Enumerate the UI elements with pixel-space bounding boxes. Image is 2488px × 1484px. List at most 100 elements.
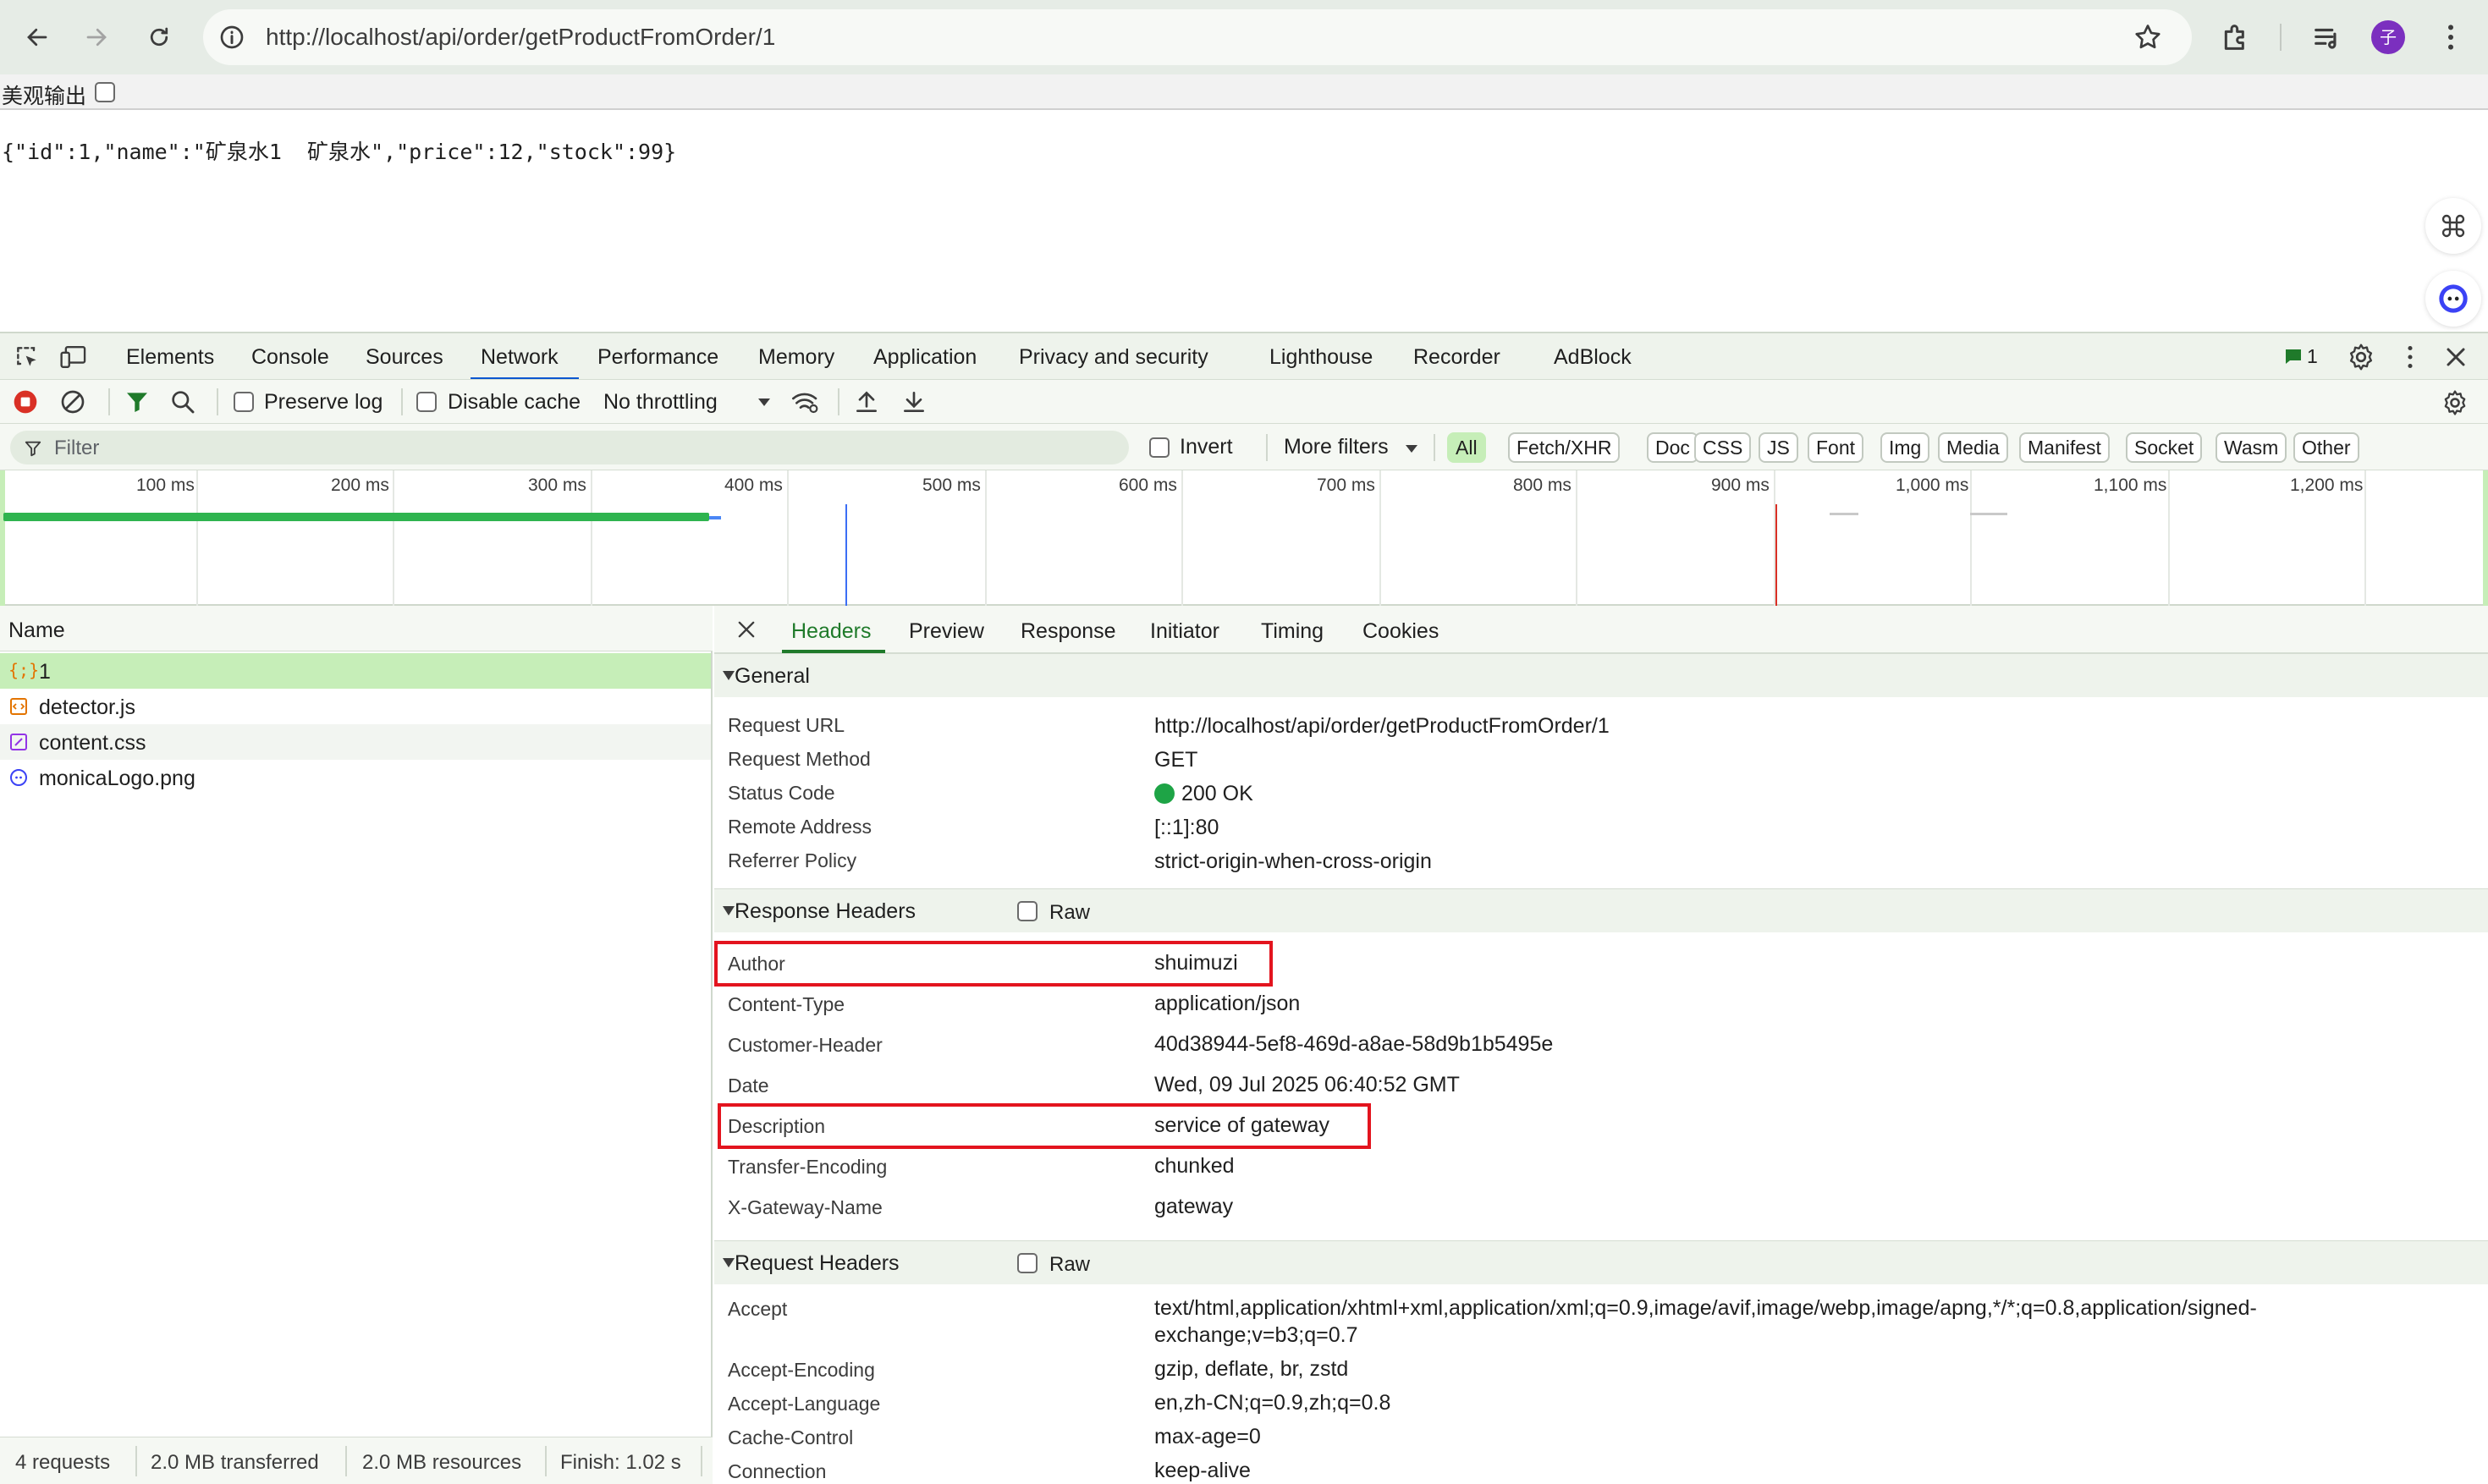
- timeline-gridline: [393, 470, 394, 606]
- filter-input[interactable]: Filter: [10, 431, 1129, 464]
- tab-headers[interactable]: Headers: [791, 619, 872, 644]
- tab-application[interactable]: Application: [873, 345, 977, 370]
- search-icon[interactable]: [169, 388, 196, 415]
- response-headers-section-header[interactable]: Response Headers Raw: [714, 888, 2488, 932]
- chip-img[interactable]: Img: [1880, 432, 1930, 463]
- tab-sources[interactable]: Sources: [366, 345, 443, 370]
- tab-timing[interactable]: Timing: [1261, 619, 1324, 644]
- tab-preview[interactable]: Preview: [909, 619, 984, 644]
- name-column-header[interactable]: Name: [8, 618, 65, 643]
- settings-gear-icon[interactable]: [2346, 342, 2376, 372]
- request-row[interactable]: detector.js: [0, 689, 711, 724]
- preserve-log-label[interactable]: Preserve log: [264, 390, 383, 415]
- clear-icon[interactable]: [59, 388, 86, 415]
- devtools-menu-icon[interactable]: [2395, 342, 2425, 372]
- bookmark-star-icon[interactable]: [2133, 22, 2163, 52]
- request-list: Name {;} 1 detector.js content.css monic…: [0, 606, 713, 1484]
- extensions-icon[interactable]: [2219, 20, 2253, 54]
- close-devtools-icon[interactable]: [2441, 342, 2471, 372]
- network-settings-icon[interactable]: [2441, 388, 2469, 417]
- tab-lighthouse[interactable]: Lighthouse: [1269, 345, 1373, 370]
- request-row-selected[interactable]: {;} 1: [0, 653, 711, 689]
- tab-initiator[interactable]: Initiator: [1150, 619, 1219, 644]
- raw-checkbox[interactable]: [1017, 1253, 1038, 1273]
- raw-checkbox[interactable]: [1017, 901, 1038, 921]
- request-name: content.css: [39, 731, 146, 755]
- disable-cache-checkbox[interactable]: [416, 392, 437, 412]
- chip-other[interactable]: Other: [2293, 432, 2359, 463]
- monica-assistant-button[interactable]: [2425, 271, 2481, 327]
- tab-performance[interactable]: Performance: [597, 345, 718, 370]
- site-info-icon[interactable]: [218, 24, 245, 51]
- timeline-request-bar-tail: [709, 516, 721, 519]
- filter-funnel-icon[interactable]: [124, 388, 151, 415]
- pretty-print-checkbox[interactable]: [95, 82, 115, 102]
- header-key: Customer-Header: [728, 1034, 883, 1056]
- raw-label[interactable]: Raw: [1049, 901, 1090, 925]
- request-headers-section-header[interactable]: Request Headers Raw: [714, 1240, 2488, 1284]
- more-filters-button[interactable]: More filters: [1284, 435, 1389, 459]
- raw-label[interactable]: Raw: [1049, 1253, 1090, 1277]
- chip-wasm[interactable]: Wasm: [2216, 432, 2287, 463]
- collapse-triangle-icon: [723, 671, 735, 680]
- timeline-tick-label: 900 ms: [1711, 475, 1770, 495]
- chip-socket[interactable]: Socket: [2126, 432, 2203, 463]
- request-name: detector.js: [39, 695, 135, 719]
- chip-js[interactable]: JS: [1759, 432, 1798, 463]
- header-key: Description: [728, 1115, 826, 1137]
- tab-cookies[interactable]: Cookies: [1362, 619, 1439, 644]
- tab-recorder[interactable]: Recorder: [1413, 345, 1500, 370]
- invert-checkbox[interactable]: [1149, 437, 1170, 458]
- stop-recording-icon[interactable]: [12, 388, 39, 415]
- address-bar[interactable]: http://localhost/api/order/getProductFro…: [203, 9, 2192, 65]
- chip-media[interactable]: Media: [1938, 432, 2008, 463]
- close-details-icon[interactable]: [735, 618, 758, 641]
- issues-button[interactable]: 1: [2283, 344, 2326, 371]
- throttling-select[interactable]: No throttling: [592, 380, 775, 422]
- profile-avatar[interactable]: 子: [2371, 20, 2405, 54]
- chip-font[interactable]: Font: [1808, 432, 1864, 463]
- invert-label[interactable]: Invert: [1180, 435, 1233, 459]
- chip-manifest[interactable]: Manifest: [2019, 432, 2110, 463]
- device-toolbar-icon[interactable]: [59, 344, 88, 371]
- back-button[interactable]: [19, 19, 56, 56]
- import-har-icon[interactable]: [853, 388, 880, 415]
- toolbar-divider: [217, 388, 218, 415]
- reload-button[interactable]: [140, 19, 178, 56]
- tab-console[interactable]: Console: [251, 345, 329, 370]
- timeline-right-handle[interactable]: [2483, 470, 2488, 606]
- inspect-element-icon[interactable]: [14, 344, 41, 371]
- tab-response[interactable]: Response: [1021, 619, 1116, 644]
- header-key: Author: [728, 953, 785, 975]
- header-value: [::1]:80: [1154, 816, 1219, 839]
- chip-all[interactable]: All: [1447, 432, 1486, 463]
- tab-memory[interactable]: Memory: [758, 345, 834, 370]
- sidebar-apps-button[interactable]: [2425, 198, 2481, 254]
- timeline-left-handle[interactable]: [0, 470, 5, 606]
- header-value: chunked: [1154, 1154, 1235, 1178]
- tab-privacy-security[interactable]: Privacy and security: [1019, 345, 1208, 370]
- tab-elements[interactable]: Elements: [126, 345, 214, 370]
- disable-cache-label[interactable]: Disable cache: [448, 390, 581, 415]
- general-section-header[interactable]: General: [714, 653, 2488, 697]
- chip-css[interactable]: CSS: [1694, 432, 1752, 463]
- media-queue-icon[interactable]: [2312, 22, 2344, 54]
- issues-count: 1: [2307, 345, 2318, 367]
- forward-button[interactable]: [78, 19, 115, 56]
- summary-divider: [545, 1446, 547, 1476]
- chip-doc[interactable]: Doc: [1647, 432, 1698, 463]
- more-vertical-icon[interactable]: [2434, 20, 2468, 54]
- summary-transferred: 2.0 MB transferred: [151, 1451, 319, 1474]
- url-text[interactable]: http://localhost/api/order/getProductFro…: [266, 24, 775, 51]
- tab-network[interactable]: Network: [481, 345, 559, 370]
- tab-adblock[interactable]: AdBlock: [1554, 345, 1632, 370]
- chip-fetch-xhr[interactable]: Fetch/XHR: [1508, 432, 1621, 463]
- timeline-overview[interactable]: 100 ms 200 ms 300 ms 400 ms 500 ms 600 m…: [0, 470, 2488, 606]
- request-row[interactable]: monicaLogo.png: [0, 760, 711, 795]
- export-har-icon[interactable]: [900, 388, 927, 415]
- preserve-log-checkbox[interactable]: [234, 392, 254, 412]
- timeline-tick-label: 800 ms: [1513, 475, 1572, 495]
- request-row[interactable]: content.css: [0, 724, 711, 760]
- header-value: service of gateway: [1154, 1113, 1330, 1137]
- network-conditions-icon[interactable]: [790, 388, 821, 415]
